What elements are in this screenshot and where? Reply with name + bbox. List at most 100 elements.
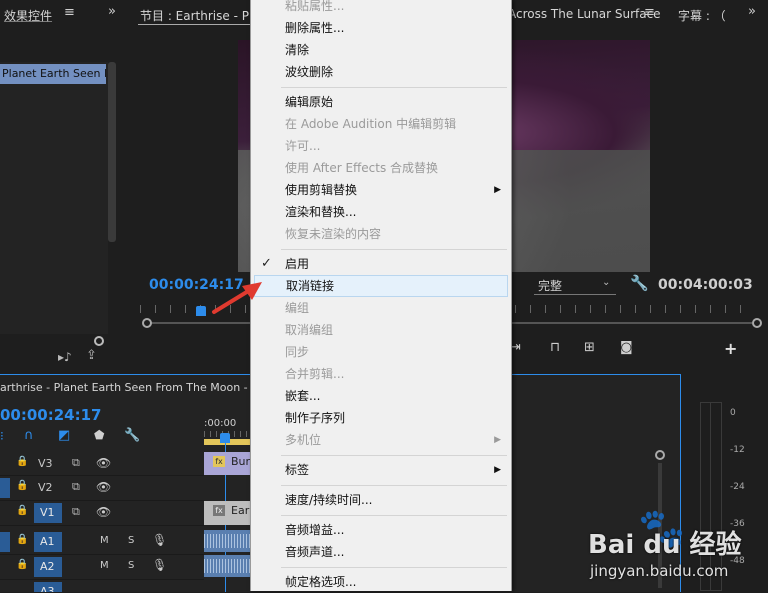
menu-item-label: 音频声道...: [285, 545, 345, 559]
menu-item-multi-camera[interactable]: 多机位 ▶: [251, 429, 511, 451]
timeline-vscroll-top[interactable]: [655, 450, 665, 460]
track-v2-label[interactable]: V2: [38, 481, 53, 494]
clip-a2[interactable]: [204, 555, 252, 577]
menu-item-frame-hold-options[interactable]: 帧定格选项...: [251, 571, 511, 593]
eye-icon[interactable]: 👁: [96, 456, 111, 470]
clip-v3[interactable]: fx Bur: [204, 452, 252, 475]
captions-expand-icon[interactable]: »: [748, 4, 756, 19]
program-duration: 00:04:00:03: [658, 277, 753, 293]
eye-icon[interactable]: 👁: [96, 505, 111, 519]
timeline-settings-icon[interactable]: 🔧: [124, 428, 140, 443]
menu-item-label: 使用剪辑替换: [285, 183, 358, 197]
fx-badge: fx: [213, 505, 225, 516]
audio-waveform: [204, 559, 252, 573]
menu-item-make-subsequence[interactable]: 制作子序列: [251, 407, 511, 429]
menu-item-label: 波纹删除: [285, 65, 334, 79]
meter-label-12: -12: [730, 445, 745, 455]
menu-item-nest[interactable]: 嵌套...: [251, 385, 511, 407]
timeline-timecode[interactable]: 00:00:24:17: [0, 406, 102, 424]
lock-icon[interactable]: 🔒: [16, 559, 28, 570]
eye-icon[interactable]: 👁: [96, 480, 111, 494]
export-frame-icon[interactable]: ⇪: [86, 348, 97, 363]
add-marker-icon[interactable]: ⬟: [94, 428, 104, 442]
effects-scroll-thumb[interactable]: [94, 336, 104, 346]
source-patch-a1[interactable]: [0, 532, 10, 552]
scrubber-end-handle[interactable]: [752, 318, 762, 328]
wrench-settings-icon[interactable]: 🔧: [630, 274, 649, 292]
menu-item-replace-with-clip[interactable]: 使用剪辑替换 ▶: [251, 179, 511, 201]
menu-item-label: 渲染和替换...: [285, 205, 357, 219]
menu-item-replace-with-ae[interactable]: 使用 After Effects 合成替换: [251, 157, 511, 179]
menu-separator: [281, 249, 507, 250]
menu-item-clear[interactable]: 清除: [251, 39, 511, 61]
lock-icon[interactable]: 🔒: [16, 534, 28, 545]
menu-item-speed-duration[interactable]: 速度/持续时间...: [251, 489, 511, 511]
menu-item-audio-gain[interactable]: 音频增益...: [251, 519, 511, 541]
menu-item-label: 编辑原始: [285, 95, 334, 109]
track-a2-label: A2: [40, 560, 55, 573]
track-v3-label[interactable]: V3: [38, 457, 53, 470]
lock-icon[interactable]: 🔒: [16, 480, 28, 491]
menu-item-ungroup[interactable]: 取消编组: [251, 319, 511, 341]
menu-item-synchronize[interactable]: 同步: [251, 341, 511, 363]
menu-item-remove-attributes[interactable]: 删除属性...: [251, 17, 511, 39]
mute-button[interactable]: M: [100, 560, 109, 571]
clip-v1[interactable]: fx Ear: [204, 501, 252, 525]
quality-select[interactable]: 完整 ⌄: [534, 276, 616, 295]
menu-item-ripple-delete[interactable]: 波纹删除: [251, 61, 511, 83]
camera-icon[interactable]: ◙: [620, 340, 633, 355]
play-audio-icon[interactable]: ▸♪: [58, 350, 72, 364]
expand-panels-icon[interactable]: »: [108, 4, 116, 19]
menu-item-edit-original[interactable]: 编辑原始: [251, 91, 511, 113]
scrubber-start-handle[interactable]: [142, 318, 152, 328]
program-monitor-tab-suffix: Across The Lunar Surface: [508, 7, 661, 21]
solo-button[interactable]: S: [128, 560, 134, 571]
menu-item-enable[interactable]: ✓ 启用: [251, 253, 511, 275]
panel-menu-icon[interactable]: ≡: [64, 5, 75, 20]
menu-item-label-color[interactable]: 标签 ▶: [251, 459, 511, 481]
effects-scrollbar[interactable]: [108, 62, 116, 242]
lock-icon[interactable]: 🔒: [16, 505, 28, 516]
clip-v3-label: Bur: [231, 455, 251, 468]
timeline-title[interactable]: arthrise - Planet Earth Seen From The Mo…: [0, 381, 272, 394]
program-playhead[interactable]: [196, 306, 206, 316]
baidu-watermark: 🐾 Bai du 经验 jingyan.baidu.com: [586, 506, 766, 590]
menu-item-label: 帧定格选项...: [285, 575, 357, 589]
menu-item-license[interactable]: 许可...: [251, 135, 511, 157]
add-button-icon[interactable]: +: [724, 339, 737, 358]
toggle-sync-icon[interactable]: ⧉: [72, 456, 80, 470]
lift-icon[interactable]: ⊓: [550, 340, 560, 355]
menu-item-paste-attributes[interactable]: 粘贴属性...: [251, 0, 511, 17]
mute-button[interactable]: M: [100, 535, 109, 546]
program-menu-icon[interactable]: ≡: [644, 5, 655, 20]
menu-item-audio-channels[interactable]: 音频声道...: [251, 541, 511, 563]
menu-item-restore-unrendered[interactable]: 恢复未渲染的内容: [251, 223, 511, 245]
lock-icon[interactable]: 🔒: [16, 456, 28, 467]
annotation-arrow-icon: [212, 282, 262, 314]
track-v1-row: 🔒 V1 ⧉ 👁: [0, 501, 204, 526]
effects-panel-title[interactable]: 效果控件: [4, 7, 52, 24]
toggle-sync-icon[interactable]: ⧉: [72, 480, 80, 494]
toggle-sync-icon[interactable]: ⧉: [72, 505, 80, 519]
microphone-icon[interactable]: 🎙: [152, 558, 167, 572]
menu-item-edit-in-audition[interactable]: 在 Adobe Audition 中编辑剪辑: [251, 113, 511, 135]
menu-item-render-and-replace[interactable]: 渲染和替换...: [251, 201, 511, 223]
track-a1-row: 🔒 A1 M S 🎙: [0, 530, 204, 555]
watermark-brand: Bai du 经验: [588, 530, 742, 560]
menu-item-group[interactable]: 编组: [251, 297, 511, 319]
linked-selection-icon[interactable]: ◩: [58, 428, 70, 443]
timeline-playhead-head[interactable]: [220, 433, 230, 443]
snap-icon[interactable]: ⁝: [0, 429, 4, 443]
overwrite-icon[interactable]: ⊞: [584, 340, 595, 355]
ruler-start-label: :00:00: [204, 418, 237, 429]
track-a3-row: A3: [0, 580, 204, 592]
menu-item-merge-clips[interactable]: 合并剪辑...: [251, 363, 511, 385]
captions-tab[interactable]: 字幕 : （: [678, 7, 726, 24]
magnet-icon[interactable]: ∩: [24, 428, 34, 443]
microphone-icon[interactable]: 🎙: [152, 533, 167, 547]
menu-item-unlink[interactable]: 取消链接: [254, 275, 508, 297]
clip-a1[interactable]: [204, 530, 252, 552]
source-patch-v2[interactable]: [0, 478, 10, 498]
meter-label-24: -24: [730, 482, 745, 492]
solo-button[interactable]: S: [128, 535, 134, 546]
